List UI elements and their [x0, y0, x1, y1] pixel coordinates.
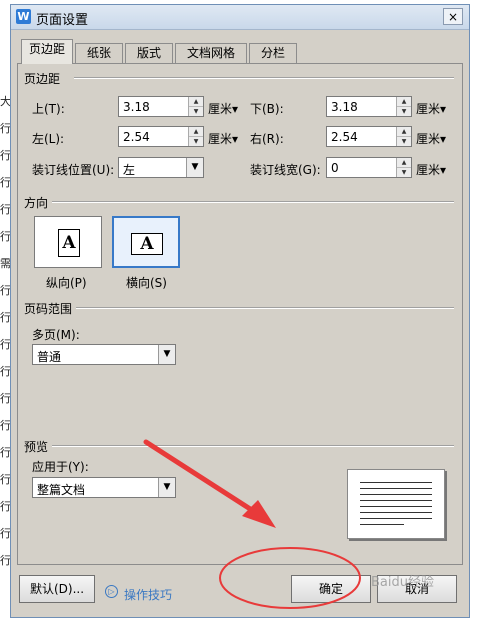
gutter-position-value: 左: [123, 163, 136, 177]
preview-text-line: [360, 488, 432, 489]
preview-text-line: [360, 512, 432, 513]
window-title: 页面设置: [36, 13, 89, 28]
bottom-margin-value: 3.18: [331, 100, 358, 114]
separator: [52, 201, 454, 203]
preview-text-line: [360, 524, 404, 525]
separator: [52, 445, 454, 447]
tab-columns[interactable]: 分栏: [249, 43, 297, 63]
right-margin-unit[interactable]: 厘米▾: [416, 130, 446, 147]
gutter-width-spinner[interactable]: ▲ ▼: [396, 158, 411, 177]
top-margin-field[interactable]: 3.18 ▲ ▼: [118, 96, 204, 117]
spin-down-icon[interactable]: ▼: [397, 168, 411, 177]
preview-text-line: [360, 500, 432, 501]
chevron-down-icon[interactable]: ▼: [158, 345, 175, 364]
tab-margins[interactable]: 页边距: [21, 39, 73, 64]
tab-doc-grid[interactable]: 文档网格: [175, 43, 247, 63]
landscape-page-icon: A: [131, 233, 163, 255]
chevron-down-icon[interactable]: ▼: [186, 158, 203, 177]
apply-to-value: 整篇文档: [37, 483, 86, 497]
preview-text-line: [360, 518, 432, 519]
gutter-width-field[interactable]: 0 ▲ ▼: [326, 157, 412, 178]
tips-link[interactable]: 操作技巧: [124, 586, 172, 603]
left-margin-label: 左(L):: [32, 132, 65, 146]
apply-to-label: 应用于(Y):: [32, 460, 89, 474]
right-margin-value: 2.54: [331, 130, 358, 144]
play-icon[interactable]: ▷: [105, 585, 118, 598]
multi-page-value: 普通: [37, 350, 62, 364]
gutter-width-value: 0: [331, 161, 339, 175]
gutter-position-select[interactable]: 左 ▼: [118, 157, 204, 178]
baidu-watermark: Baidu经验: [371, 575, 434, 590]
top-margin-spinner[interactable]: ▲ ▼: [188, 97, 203, 116]
multi-page-label: 多页(M):: [32, 328, 80, 342]
right-margin-label: 右(R):: [250, 132, 284, 146]
preview-section-title: 预览: [24, 440, 49, 454]
top-margin-unit[interactable]: 厘米▾: [208, 100, 238, 117]
top-margin-value: 3.18: [123, 100, 150, 114]
portrait-page-icon: A: [58, 229, 80, 257]
spin-down-icon[interactable]: ▼: [189, 107, 203, 116]
preview-text-line: [360, 494, 432, 495]
apply-to-select[interactable]: 整篇文档 ▼: [32, 477, 176, 498]
preview-text-line: [360, 482, 432, 483]
left-margin-spinner[interactable]: ▲ ▼: [188, 127, 203, 146]
left-margin-unit[interactable]: 厘米▾: [208, 130, 238, 147]
spin-up-icon[interactable]: ▲: [189, 127, 203, 137]
ok-button[interactable]: 确定: [291, 575, 371, 603]
landscape-button[interactable]: A: [112, 216, 180, 268]
multi-page-select[interactable]: 普通 ▼: [32, 344, 176, 365]
spin-down-icon[interactable]: ▼: [397, 137, 411, 146]
tab-paper[interactable]: 纸张: [75, 43, 123, 63]
separator: [76, 307, 454, 309]
preview-text-line: [360, 506, 432, 507]
bottom-margin-unit[interactable]: 厘米▾: [416, 100, 446, 117]
spin-up-icon[interactable]: ▲: [397, 97, 411, 107]
wps-logo-icon: W: [16, 9, 31, 24]
chevron-down-icon[interactable]: ▼: [158, 478, 175, 497]
close-button[interactable]: ×: [443, 8, 463, 25]
gutter-width-label: 装订线宽(G):: [250, 163, 321, 177]
title-bar: W 页面设置 ×: [11, 5, 469, 30]
left-margin-value: 2.54: [123, 130, 150, 144]
bottom-margin-label: 下(B):: [250, 102, 284, 116]
left-margin-field[interactable]: 2.54 ▲ ▼: [118, 126, 204, 147]
page-setup-dialog: W 页面设置 × 页边距 纸张 版式 文档网格 分栏 页边距 上(T): 3.1…: [10, 4, 470, 618]
screen: 大行行行行行需行行行行行行行行行行行 W 页面设置 × 页边距 纸张 版式 文档…: [0, 0, 480, 622]
gutter-width-unit[interactable]: 厘米▾: [416, 161, 446, 178]
spin-up-icon[interactable]: ▲: [397, 158, 411, 168]
bottom-margin-field[interactable]: 3.18 ▲ ▼: [326, 96, 412, 117]
tab-layout[interactable]: 版式: [125, 43, 173, 63]
page-range-section-title: 页码范围: [24, 302, 73, 316]
top-margin-label: 上(T):: [32, 102, 65, 116]
spin-up-icon[interactable]: ▲: [189, 97, 203, 107]
spin-up-icon[interactable]: ▲: [397, 127, 411, 137]
spin-down-icon[interactable]: ▼: [189, 137, 203, 146]
right-margin-spinner[interactable]: ▲ ▼: [396, 127, 411, 146]
separator: [74, 77, 454, 79]
page-preview: [347, 469, 445, 539]
landscape-label: 横向(S): [126, 276, 167, 290]
spin-down-icon[interactable]: ▼: [397, 107, 411, 116]
margins-section-title: 页边距: [24, 72, 61, 86]
gutter-position-label: 装订线位置(U):: [32, 163, 115, 177]
bottom-margin-spinner[interactable]: ▲ ▼: [396, 97, 411, 116]
right-margin-field[interactable]: 2.54 ▲ ▼: [326, 126, 412, 147]
default-button[interactable]: 默认(D)...: [19, 575, 95, 603]
portrait-label: 纵向(P): [46, 276, 87, 290]
portrait-button[interactable]: A: [34, 216, 102, 268]
orientation-section-title: 方向: [24, 196, 49, 210]
